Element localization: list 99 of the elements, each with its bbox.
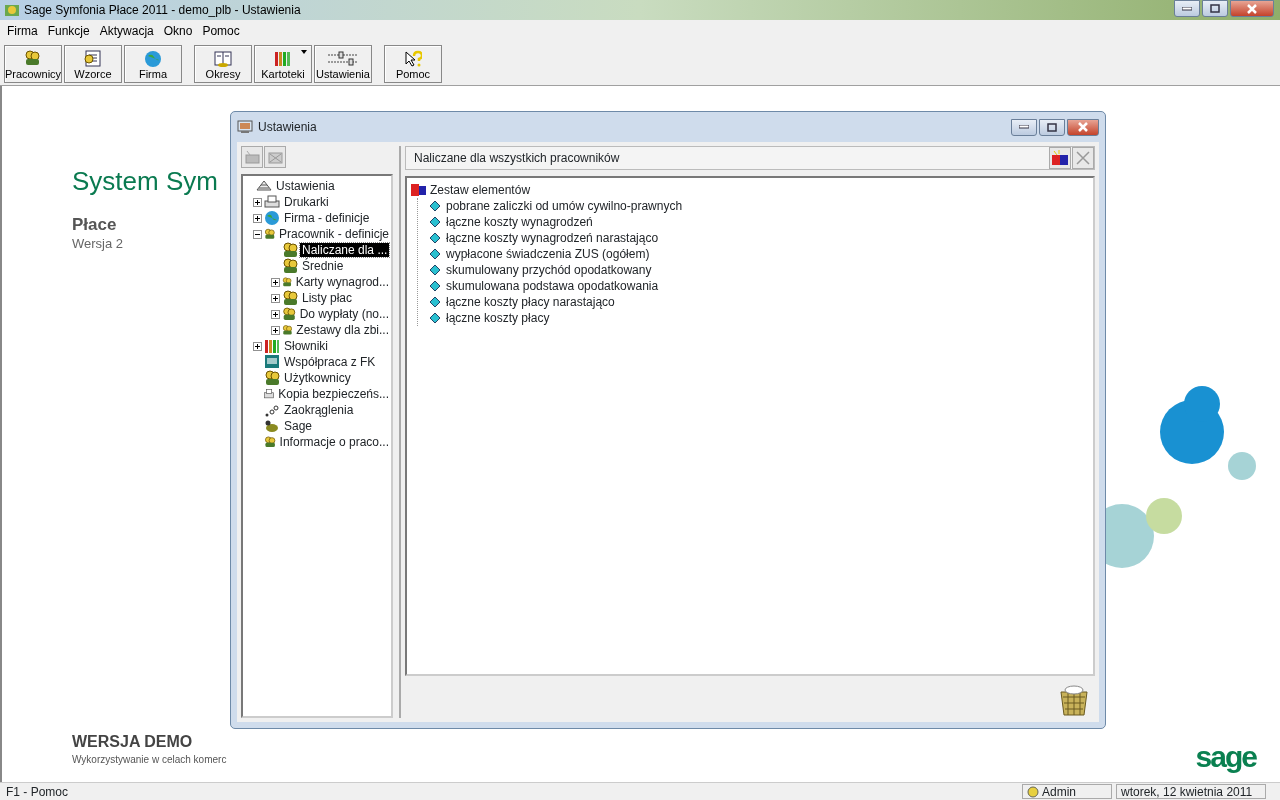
maximize-icon: [1047, 122, 1057, 132]
globe-icon: [144, 49, 162, 68]
toolbar-button[interactable]: Okresy: [194, 44, 252, 83]
tree-item[interactable]: Pracownik - definicje: [276, 227, 391, 241]
printer-icon: [264, 194, 280, 210]
tree-item[interactable]: Współpraca z FK: [282, 355, 378, 369]
tree-item[interactable]: Zaokrąglenia: [282, 403, 356, 417]
close-icon: [1247, 3, 1257, 14]
menu-item[interactable]: Firma: [2, 22, 43, 40]
people-icon: [24, 49, 42, 68]
stack-icon: [256, 178, 272, 194]
maximize-button[interactable]: [1202, 0, 1228, 17]
window-title: Sage Symfonia Płace 2011 - demo_plb - Ustawienia: [24, 2, 301, 19]
close-icon: [1076, 151, 1090, 165]
expand-icon[interactable]: [253, 341, 262, 351]
heading: System Sym: [72, 165, 218, 198]
tree-item[interactable]: Drukarki: [282, 195, 331, 209]
tree-item[interactable]: Zestaw elementów: [430, 181, 531, 199]
dots-icon: [264, 402, 280, 418]
tree-item[interactable]: Kopia bezpieczeńs...: [276, 387, 391, 401]
menu-item[interactable]: Funkcje: [42, 22, 95, 40]
toolbar-button[interactable]: Kartoteki: [254, 44, 312, 83]
minimize-icon: [1182, 6, 1192, 11]
expand-icon[interactable]: [253, 197, 262, 207]
tree-item[interactable]: Do wypłaty (no...: [297, 307, 391, 321]
user-icon: [1027, 785, 1039, 798]
collapse-icon[interactable]: [253, 229, 262, 239]
expand-icon[interactable]: [271, 293, 280, 303]
maximize-button[interactable]: [1039, 118, 1065, 136]
expand-icon[interactable]: [271, 309, 280, 319]
tree-item[interactable]: łączne koszty wynagrodzeń narastająco: [446, 229, 659, 247]
tree-item[interactable]: Informacje o praco...: [277, 435, 391, 449]
action-button[interactable]: [1049, 147, 1071, 169]
tree-item[interactable]: łączne koszty wynagrodzeń: [446, 213, 593, 231]
user-name: Admin: [1042, 783, 1076, 800]
tree-item[interactable]: Średnie: [300, 259, 346, 273]
close-button[interactable]: [1230, 0, 1274, 17]
caret-icon: [301, 49, 307, 54]
logo: sage: [1195, 739, 1256, 775]
tree-item[interactable]: Naliczane dla ...: [300, 243, 390, 257]
menu-item[interactable]: Okno: [158, 22, 198, 40]
menu-item[interactable]: Pomoc: [197, 22, 245, 40]
tree-item[interactable]: skumulowany przychód opodatkowany: [446, 261, 652, 279]
toolbar-button[interactable]: Pomoc: [384, 44, 442, 83]
demo-heading: WERSJA DEMO: [72, 732, 193, 752]
toolbar-button[interactable]: Wzorce: [64, 44, 122, 83]
close-icon: [1078, 122, 1088, 132]
people-icon: [282, 306, 296, 322]
people-icon: [282, 242, 298, 258]
people-icon: [264, 434, 276, 450]
calendar-icon: [214, 49, 232, 68]
panel-title: Naliczane dla wszystkich pracowników: [414, 150, 620, 167]
status-help: F1 - Pomoc: [5, 783, 69, 800]
tree-item[interactable]: Listy płac: [300, 291, 355, 305]
toolbar-button[interactable]: Pracownicy: [4, 44, 62, 83]
help-icon: [404, 49, 422, 68]
dialog-title: Ustawienia: [258, 119, 317, 136]
document-icon: [84, 49, 102, 68]
product-name: Płace: [72, 214, 117, 236]
people-icon: [264, 370, 280, 386]
tree-item[interactable]: Słowniki: [282, 339, 330, 353]
tree-item[interactable]: Karty wynagrod...: [293, 275, 391, 289]
version-text: Wersja 2: [72, 235, 124, 253]
tree-item[interactable]: Ustawienia: [274, 179, 337, 193]
tree-item[interactable]: Firma - definicje: [282, 211, 372, 225]
expand-icon[interactable]: [271, 325, 280, 335]
minimize-button[interactable]: [1174, 0, 1200, 17]
tree-item[interactable]: Sage: [282, 419, 315, 433]
toolbar-button[interactable]: Firma: [124, 44, 182, 83]
people-icon: [264, 226, 275, 242]
people-icon: [282, 322, 293, 338]
demo-note: Wykorzystywanie w celach komerc: [72, 753, 227, 767]
minimize-button[interactable]: [1011, 118, 1037, 136]
tree-item[interactable]: Zestawy dla zbi...: [294, 323, 391, 337]
app-icon: [4, 2, 20, 18]
tree-item[interactable]: skumulowana podstawa opodatkowania: [446, 277, 659, 295]
blocks-icon: [1051, 150, 1069, 166]
expand-icon[interactable]: [271, 277, 280, 287]
binders-icon: [274, 49, 292, 68]
menu-item[interactable]: Aktywacja: [94, 22, 159, 40]
binders-icon: [264, 338, 280, 354]
basket-icon[interactable]: [1059, 684, 1089, 716]
tree-item[interactable]: wypłacone świadczenia ZUS (ogółem): [446, 245, 650, 263]
expand-icon[interactable]: [253, 213, 262, 223]
toolbar-button[interactable]: Ustawienia: [314, 44, 372, 83]
sliders-icon: [327, 49, 359, 68]
blocks-icon: [411, 183, 427, 197]
monitor-icon: [237, 120, 253, 134]
close-button[interactable]: [1067, 118, 1099, 136]
tree-item[interactable]: Użytkownicy: [282, 371, 353, 385]
maximize-icon: [1210, 4, 1220, 13]
delete-icon: [267, 150, 283, 164]
minimize-icon: [1019, 125, 1029, 129]
folder-icon: [244, 150, 260, 164]
tree-item[interactable]: łączne koszty płacy narastająco: [446, 293, 615, 311]
globe-icon: [264, 210, 280, 226]
tree-item[interactable]: pobrane zaliczki od umów cywilno-prawnych: [446, 197, 683, 215]
tree-item[interactable]: łączne koszty płacy: [446, 309, 550, 327]
status-date: wtorek, 12 kwietnia 2011: [1116, 784, 1266, 799]
